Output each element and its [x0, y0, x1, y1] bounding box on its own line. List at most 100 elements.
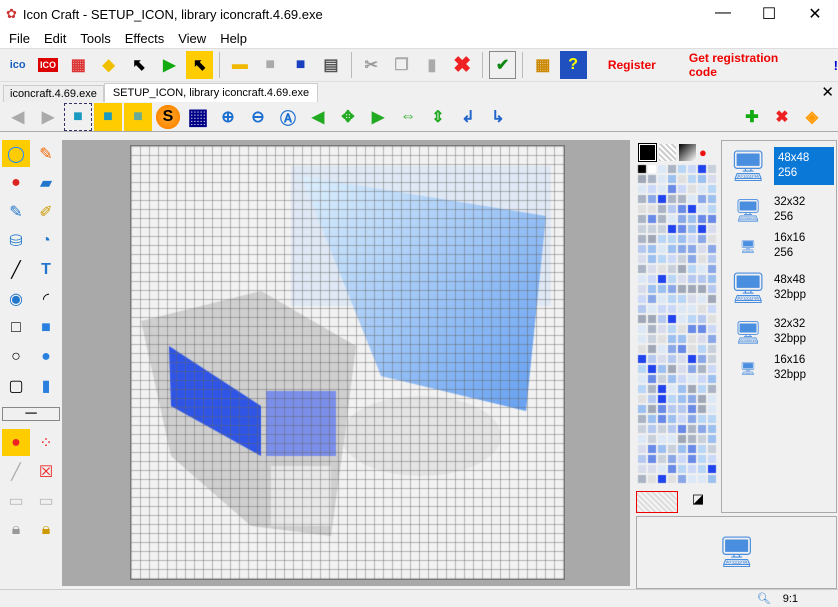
menu-view[interactable]: View	[171, 31, 213, 46]
rotate-right-icon[interactable]: ↳	[484, 103, 512, 131]
airbrush-icon[interactable]: ◔	[32, 227, 60, 254]
cube-transparent-icon[interactable]: ■	[124, 102, 152, 131]
rounded-rect-icon[interactable]: ▢	[2, 372, 30, 399]
swap-colors-icon[interactable]: ●	[699, 145, 707, 160]
grid-icon[interactable]: ▦	[184, 103, 212, 131]
icon-thumbnail: 🖥︎	[739, 238, 757, 254]
palette-swatches[interactable]	[637, 164, 719, 484]
layers-icon[interactable]: ◈	[798, 103, 826, 131]
more-link[interactable]: !	[834, 58, 838, 73]
antialias-icon[interactable]: ╱	[2, 458, 30, 485]
arrow-nw-icon[interactable]: ⬉	[125, 51, 152, 79]
remove-image-icon[interactable]: ✖	[768, 103, 796, 131]
add-image-icon[interactable]: ✚	[738, 103, 766, 131]
resources-icon[interactable]: ▦	[529, 51, 556, 79]
drawing-tools: ◯ ✎ ● ▰ ✎ ✐ ⛁ ◔ ╱ T ◉ ◜ □ ■ ○ ● ▢ ▮ ─ ● …	[2, 140, 60, 543]
open-folder-icon[interactable]: ▬	[226, 51, 253, 79]
icon-size-item[interactable]: 🖥︎ 32x32 32bpp	[722, 313, 836, 351]
size-dimension: 16x16	[774, 232, 806, 244]
arc-icon[interactable]: ◜	[32, 285, 60, 312]
s-icon[interactable]: S	[154, 102, 182, 131]
icon-size-item[interactable]: 🖥︎ 32x32 256	[722, 191, 836, 229]
prev-icon[interactable]: ◀	[4, 103, 32, 131]
pencil-icon[interactable]: ✎	[2, 198, 30, 225]
copy-icon[interactable]: ❐	[388, 51, 415, 79]
print-icon[interactable]: ▤	[317, 51, 344, 79]
foreground-color[interactable]	[638, 142, 657, 162]
icon-size-item[interactable]: 🖥︎ 16x16 32bpp	[722, 351, 836, 385]
transparent-check-icon[interactable]: ☒	[32, 458, 60, 485]
invert-color-button[interactable]: ◪	[678, 491, 718, 513]
minimize-button[interactable]: —	[700, 4, 746, 24]
line-width-selector[interactable]: ─	[2, 405, 60, 422]
cube-icon[interactable]: ■	[64, 102, 92, 131]
filled-rounded-rect-icon[interactable]: ▮	[32, 372, 60, 399]
cube-yellow-icon[interactable]: ■	[94, 102, 122, 131]
play-icon[interactable]: ▶	[156, 51, 183, 79]
windows-flag-icon[interactable]: ▦	[65, 51, 92, 79]
move-right-icon[interactable]: ▶	[364, 103, 392, 131]
select-icon[interactable]: ◯	[2, 140, 30, 167]
icon-size-item[interactable]: 🖥︎ 16x16 256	[722, 229, 836, 263]
filled-rectangle-icon[interactable]: ■	[32, 314, 60, 341]
filled-ellipse-icon[interactable]: ●	[32, 343, 60, 370]
size-dimension: 48x48	[774, 274, 806, 286]
close-button[interactable]: ✕	[792, 4, 838, 24]
icon-size-item[interactable]: 🖥︎ 48x48 32bpp	[722, 263, 836, 313]
tab-iconcraft[interactable]: iconcraft.4.69.exe	[3, 85, 104, 102]
menu-edit[interactable]: Edit	[37, 31, 73, 46]
menu-effects[interactable]: Effects	[118, 31, 172, 46]
arrow-nw-yellow-icon[interactable]: ⬉	[185, 51, 214, 79]
text-icon[interactable]: T	[32, 256, 60, 283]
check-icon[interactable]: ✔	[488, 51, 517, 79]
register-link[interactable]: Register	[608, 58, 656, 72]
transparent-color-button[interactable]	[636, 491, 678, 513]
flip-vertical-icon[interactable]: ⇕	[424, 103, 452, 131]
gradient-icon[interactable]	[679, 143, 696, 161]
eraser-icon[interactable]: ▰	[32, 169, 60, 196]
shadow2-icon[interactable]: ▭	[32, 487, 60, 514]
icon-size-item[interactable]: 🖥︎ 48x48 256	[722, 141, 836, 191]
pixel-editor-canvas[interactable]	[130, 145, 565, 580]
tab-setup-icon[interactable]: SETUP_ICON, library iconcraft.4.69.exe	[103, 83, 319, 102]
zoom-in-icon[interactable]: ⊕	[214, 103, 242, 131]
icon-thumbnail: 🖥︎	[734, 197, 762, 223]
move-icon[interactable]: ✥	[334, 103, 362, 131]
next-icon[interactable]: ▶	[34, 103, 62, 131]
move-left-icon[interactable]: ◀	[304, 103, 332, 131]
lock-icon[interactable]: 🔒︎	[2, 516, 30, 543]
line-icon[interactable]: ╱	[2, 256, 30, 283]
diamond-icon[interactable]: ◆	[95, 51, 122, 79]
get-registration-code-link[interactable]: Get registration code	[689, 51, 807, 79]
color-replace-icon[interactable]: ●	[2, 169, 30, 196]
help-icon[interactable]: ?	[559, 51, 587, 79]
circle-arc-icon[interactable]: ◉	[2, 285, 30, 312]
paste-icon[interactable]: ▮	[418, 51, 445, 79]
draw-mode-icon[interactable]: ●	[2, 429, 30, 456]
delete-icon[interactable]: ✖	[449, 51, 476, 79]
pipette-icon[interactable]: ✎	[32, 140, 60, 167]
save-disabled-icon[interactable]: ■	[257, 51, 284, 79]
shadow-icon[interactable]: ▭	[2, 487, 30, 514]
close-tab-icon[interactable]: ✕	[821, 83, 834, 101]
brush-icon[interactable]: ✐	[32, 198, 60, 225]
lock-color-icon[interactable]: 🔒︎	[32, 516, 60, 543]
cut-icon[interactable]: ✂	[358, 51, 385, 79]
background-color[interactable]	[659, 143, 676, 161]
ellipse-icon[interactable]: ○	[2, 343, 30, 370]
rectangle-icon[interactable]: □	[2, 314, 30, 341]
menu-tools[interactable]: Tools	[73, 31, 117, 46]
zoom-out-icon[interactable]: ⊖	[244, 103, 272, 131]
maximize-button[interactable]: ☐	[746, 4, 792, 24]
flip-horizontal-icon[interactable]: ⇔	[394, 103, 422, 131]
zoom-fit-icon[interactable]: Ⓐ	[274, 103, 302, 131]
menu-help[interactable]: Help	[213, 31, 254, 46]
fill-icon[interactable]: ⛁	[2, 227, 30, 254]
ico-icon[interactable]: ICO	[34, 51, 61, 79]
save-as-icon[interactable]: ■	[287, 51, 314, 79]
menu-file[interactable]: File	[2, 31, 37, 46]
draw-mode-multi-icon[interactable]: ⁘	[32, 429, 60, 456]
rotate-left-icon[interactable]: ↲	[454, 103, 482, 131]
size-depth: 32bpp	[774, 289, 806, 301]
ico-search-icon[interactable]: ico	[4, 51, 31, 79]
